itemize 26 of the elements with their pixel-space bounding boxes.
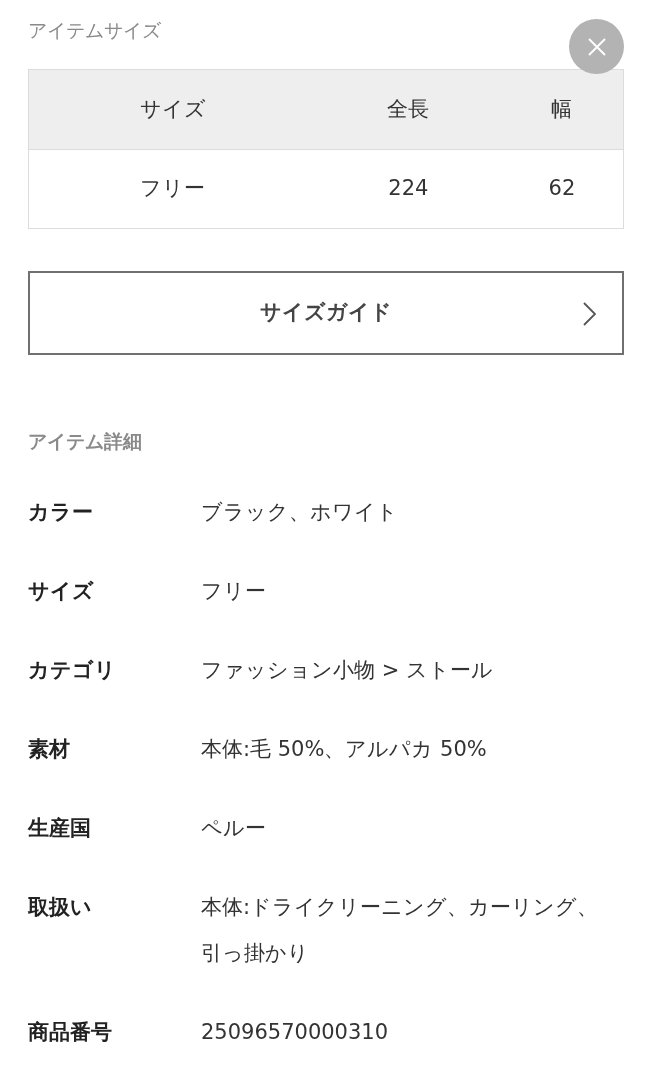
table-cell: フリー (28, 149, 317, 229)
close-button[interactable] (569, 19, 624, 74)
detail-label: 素材 (28, 736, 71, 763)
detail-label: 商品番号 (28, 1019, 113, 1046)
size-guide-button[interactable]: サイズガイド (28, 271, 624, 355)
detail-label: 生産国 (28, 815, 92, 842)
column-header: サイズ (28, 69, 317, 150)
column-header: 幅 (500, 69, 624, 150)
detail-label: カテゴリ (28, 657, 117, 684)
detail-value: ファッション小物 > ストール (201, 657, 494, 684)
close-icon (586, 36, 607, 57)
detail-label: カラー (28, 499, 94, 526)
detail-value: ブラック、ホワイト (201, 499, 399, 526)
detail-label: サイズ (28, 578, 95, 605)
detail-value: 本体:ドライクリーニング、カーリング、引っ掛かり (201, 894, 600, 967)
table-cell: 224 (316, 149, 501, 229)
detail-label: 取扱い (28, 894, 93, 921)
detail-value: 本体:毛 50%、アルパカ 50% (201, 736, 488, 763)
table-cell: 62 (500, 149, 624, 229)
column-header: 全長 (316, 69, 501, 150)
detail-value: 25096570000310 (201, 1019, 390, 1046)
chevron-right-icon (582, 302, 596, 326)
detail-value: フリー (201, 578, 267, 605)
detail-value: ペルー (201, 815, 267, 842)
section-title: アイテムサイズ (28, 18, 162, 43)
section-title: アイテム詳細 (28, 429, 143, 454)
